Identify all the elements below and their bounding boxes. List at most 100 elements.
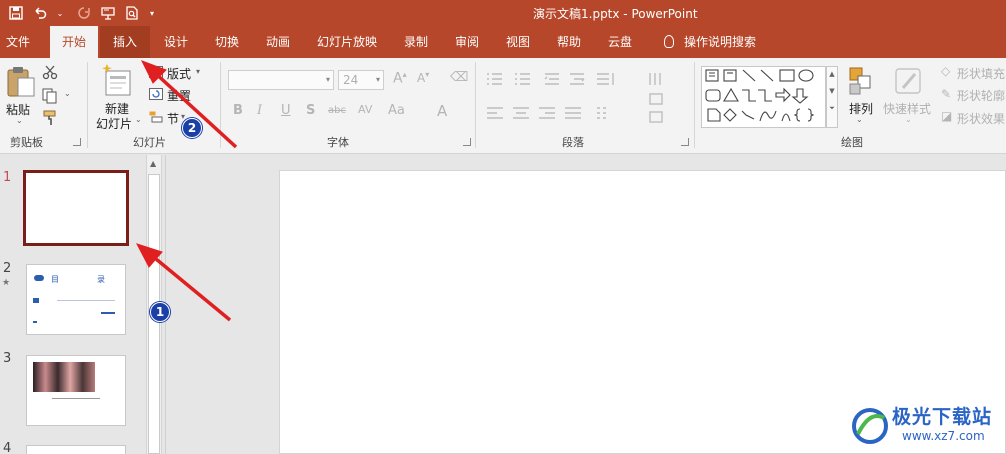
clipboard-group-label: 剪贴板 — [10, 136, 43, 149]
section-button[interactable]: 节 — [167, 110, 179, 127]
font-size-combo[interactable]: 24 ▾ — [338, 70, 384, 90]
arrange-dropdown-icon[interactable]: ⌄ — [856, 115, 863, 124]
cut-icon[interactable] — [42, 64, 58, 80]
reset-icon[interactable] — [149, 88, 163, 100]
present-icon[interactable] — [98, 3, 118, 23]
font-size-dropdown-icon[interactable]: ▾ — [376, 75, 380, 84]
shape-fill-button[interactable]: 形状填充 — [957, 65, 1005, 82]
copy-dropdown-icon[interactable]: ⌄ — [64, 89, 71, 98]
thumb-shape — [101, 312, 115, 314]
arrange-icon[interactable] — [848, 66, 874, 96]
print-preview-icon[interactable] — [122, 3, 142, 23]
tab-slideshow[interactable]: 幻灯片放映 — [317, 26, 377, 58]
tab-review[interactable]: 审阅 — [455, 26, 479, 58]
drawing-group-label: 绘图 — [841, 136, 863, 149]
reset-button[interactable]: 重置 — [167, 87, 191, 104]
scroll-up-icon[interactable]: ▲ — [150, 159, 156, 168]
tab-home[interactable]: 开始 — [50, 26, 98, 58]
paste-dropdown-icon[interactable]: ⌄ — [16, 116, 23, 125]
watermark-logo-icon — [852, 408, 888, 444]
font-color-button[interactable]: A — [437, 102, 447, 120]
slide-number-1: 1 — [3, 170, 12, 185]
layout-dropdown-icon[interactable]: ▾ — [196, 67, 200, 76]
format-painter-icon[interactable] — [42, 110, 58, 126]
shapes-more-icon[interactable]: ⏷ — [827, 104, 837, 113]
slide-number-3: 3 — [3, 351, 12, 366]
shape-outline-icon: ✎ — [941, 87, 952, 101]
tell-me-label: 操作说明搜索 — [684, 35, 757, 49]
paragraph-controls-icon[interactable] — [485, 72, 685, 132]
slide-number-4: 4 — [3, 441, 12, 454]
copy-icon[interactable] — [42, 88, 58, 104]
shape-effects-icon: ◪ — [941, 109, 953, 123]
thumb-line — [57, 300, 115, 301]
clear-format-icon: ⌫ — [450, 70, 469, 85]
char-spacing-button[interactable]: AV — [358, 103, 372, 116]
underline-button[interactable]: U — [281, 103, 291, 118]
customize-icon[interactable]: ▾ — [142, 3, 162, 23]
bold-button[interactable]: B — [233, 103, 243, 118]
undo-icon[interactable] — [30, 3, 50, 23]
font-size-value: 24 — [343, 73, 359, 87]
tab-record[interactable]: 录制 — [404, 26, 428, 58]
tab-file[interactable]: 文件 — [6, 26, 30, 58]
group-separator — [475, 62, 476, 148]
font-launcher-icon[interactable] — [463, 138, 471, 146]
undo-dropdown-icon[interactable]: ⌄ — [50, 3, 70, 23]
paragraph-group-label: 段落 — [562, 136, 584, 149]
slide-thumbnail-1[interactable] — [23, 170, 129, 246]
tab-transitions[interactable]: 切换 — [215, 26, 239, 58]
shadow-button[interactable]: S — [306, 103, 315, 118]
slide-thumbnail-2[interactable]: 目 录 — [26, 264, 126, 335]
tab-insert[interactable]: 插入 — [100, 26, 150, 58]
slides-group-label: 幻灯片 — [133, 136, 166, 149]
step-badge-2: 2 — [182, 118, 202, 138]
thumb-shape — [33, 298, 39, 303]
clipboard-launcher-icon[interactable] — [73, 138, 81, 146]
thumb-title-left: 目 — [51, 275, 59, 284]
shapes-down-icon[interactable]: ▼ — [827, 87, 837, 95]
thumb-shape — [34, 275, 44, 281]
layout-button[interactable]: 版式 — [167, 65, 191, 82]
group-separator — [220, 62, 221, 148]
thumb-title-right: 录 — [97, 275, 105, 284]
shape-outline-button[interactable]: 形状轮廓 — [957, 87, 1005, 104]
paragraph-launcher-icon[interactable] — [681, 138, 689, 146]
italic-button[interactable]: I — [257, 103, 262, 118]
tab-design[interactable]: 设计 — [164, 26, 188, 58]
slide-number-2: 2 — [3, 261, 12, 276]
thumb-shape — [33, 321, 37, 323]
tab-cloud[interactable]: 云盘 — [608, 26, 632, 58]
change-case-button[interactable]: Aa — [388, 103, 405, 118]
title-bar: ⌄ ▾ 演示文稿1.pptx - PowerPoint — [0, 0, 1006, 26]
quick-styles-dropdown-icon[interactable]: ⌄ — [905, 115, 912, 124]
font-name-combo[interactable]: ▾ — [228, 70, 334, 90]
shapes-up-icon[interactable]: ▲ — [827, 70, 837, 78]
shapes-scroll[interactable]: ▲ ▼ ⏷ — [826, 66, 838, 128]
shapes-gallery[interactable] — [701, 66, 826, 128]
paste-icon[interactable] — [6, 66, 36, 98]
thumb-line — [52, 398, 100, 399]
tab-animations[interactable]: 动画 — [266, 26, 290, 58]
font-name-dropdown-icon[interactable]: ▾ — [326, 75, 330, 84]
font-group-label: 字体 — [327, 136, 349, 149]
new-slide-dropdown-icon[interactable]: ⌄ — [135, 115, 142, 124]
strikethrough-button[interactable]: abc — [328, 105, 346, 116]
layout-icon[interactable] — [149, 66, 163, 78]
save-icon[interactable] — [6, 3, 26, 23]
tab-help[interactable]: 帮助 — [557, 26, 581, 58]
ribbon-home: 粘贴 ⌄ ⌄ 剪贴板 新建 幻灯片 ⌄ 版式 ▾ 重置 节 ▾ 幻灯片 ▾ 24… — [0, 58, 1006, 154]
group-separator — [694, 62, 695, 148]
shape-effects-button[interactable]: 形状效果 — [957, 110, 1005, 127]
new-slide-line2[interactable]: 幻灯片 — [96, 115, 132, 132]
shapes-icon[interactable] — [702, 67, 825, 127]
redo-icon — [74, 3, 94, 23]
slide-thumbnail-4[interactable] — [26, 445, 126, 454]
tab-view[interactable]: 视图 — [506, 26, 530, 58]
slide-thumbnail-3[interactable] — [26, 355, 126, 426]
ribbon-tabs: 文件 开始 插入 设计 切换 动画 幻灯片放映 录制 审阅 视图 帮助 云盘 操… — [0, 26, 1006, 58]
section-icon[interactable] — [149, 111, 163, 123]
new-slide-icon[interactable] — [102, 63, 132, 97]
increase-font-icon: A▴ — [393, 70, 407, 87]
tell-me-search[interactable]: 操作说明搜索 — [664, 26, 756, 58]
